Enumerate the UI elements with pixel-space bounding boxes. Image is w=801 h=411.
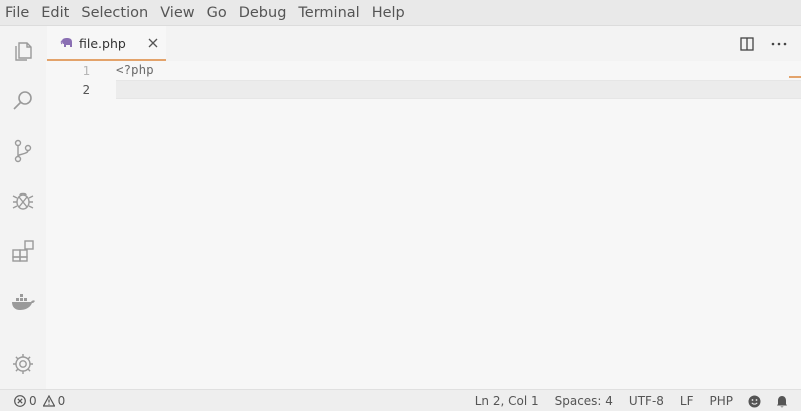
docker-icon[interactable] (9, 287, 37, 315)
search-icon[interactable] (9, 87, 37, 115)
close-icon[interactable] (147, 37, 159, 49)
menu-help[interactable]: Help (372, 0, 405, 26)
feedback-smiley-icon[interactable] (747, 394, 761, 408)
current-line-highlight (116, 80, 801, 99)
line-number: 1 (82, 63, 90, 78)
editor-actions (729, 26, 793, 61)
php-elephant-icon (60, 38, 72, 47)
menu-bar: File Edit Selection View Go Debug Termin… (0, 0, 801, 26)
line-ending[interactable]: LF (680, 394, 694, 408)
code-line[interactable]: <?php (116, 60, 154, 79)
menu-selection[interactable]: Selection (81, 0, 148, 26)
source-control-icon[interactable] (9, 137, 37, 165)
status-right: Ln 2, Col 1 Spaces: 4 UTF-8 LF PHP (459, 390, 789, 411)
more-actions-icon[interactable] (765, 32, 793, 56)
line-number: 2 (82, 82, 90, 97)
problems-indicator[interactable]: 0 0 (14, 390, 71, 411)
tab-bar: file.php (46, 26, 801, 61)
split-editor-icon[interactable] (733, 32, 761, 56)
menu-go[interactable]: Go (207, 0, 227, 26)
notifications-bell-icon[interactable] (775, 394, 789, 408)
language-mode[interactable]: PHP (710, 394, 734, 408)
code-editor[interactable]: 1 2 <?php (46, 61, 801, 389)
menu-edit[interactable]: Edit (41, 0, 69, 26)
menu-debug[interactable]: Debug (239, 0, 287, 26)
tab-file-php[interactable]: file.php (47, 26, 166, 61)
tab-label: file.php (79, 36, 126, 51)
settings-gear-icon[interactable] (9, 350, 37, 378)
warning-icon (42, 395, 55, 407)
warning-count: 0 (57, 394, 66, 408)
activity-bar (0, 26, 46, 389)
extensions-icon[interactable] (9, 237, 37, 265)
debug-icon[interactable] (9, 187, 37, 215)
menu-file[interactable]: File (5, 0, 29, 26)
cursor-position[interactable]: Ln 2, Col 1 (475, 394, 539, 408)
indentation[interactable]: Spaces: 4 (555, 394, 613, 408)
overview-ruler-marker (789, 76, 801, 78)
error-count: 0 (29, 394, 37, 408)
status-bar: 0 0 Ln 2, Col 1 Spaces: 4 UTF-8 LF PHP (0, 389, 801, 411)
explorer-icon[interactable] (9, 37, 37, 65)
error-icon (14, 395, 26, 407)
menu-view[interactable]: View (160, 0, 194, 26)
encoding[interactable]: UTF-8 (629, 394, 664, 408)
menu-terminal[interactable]: Terminal (298, 0, 359, 26)
